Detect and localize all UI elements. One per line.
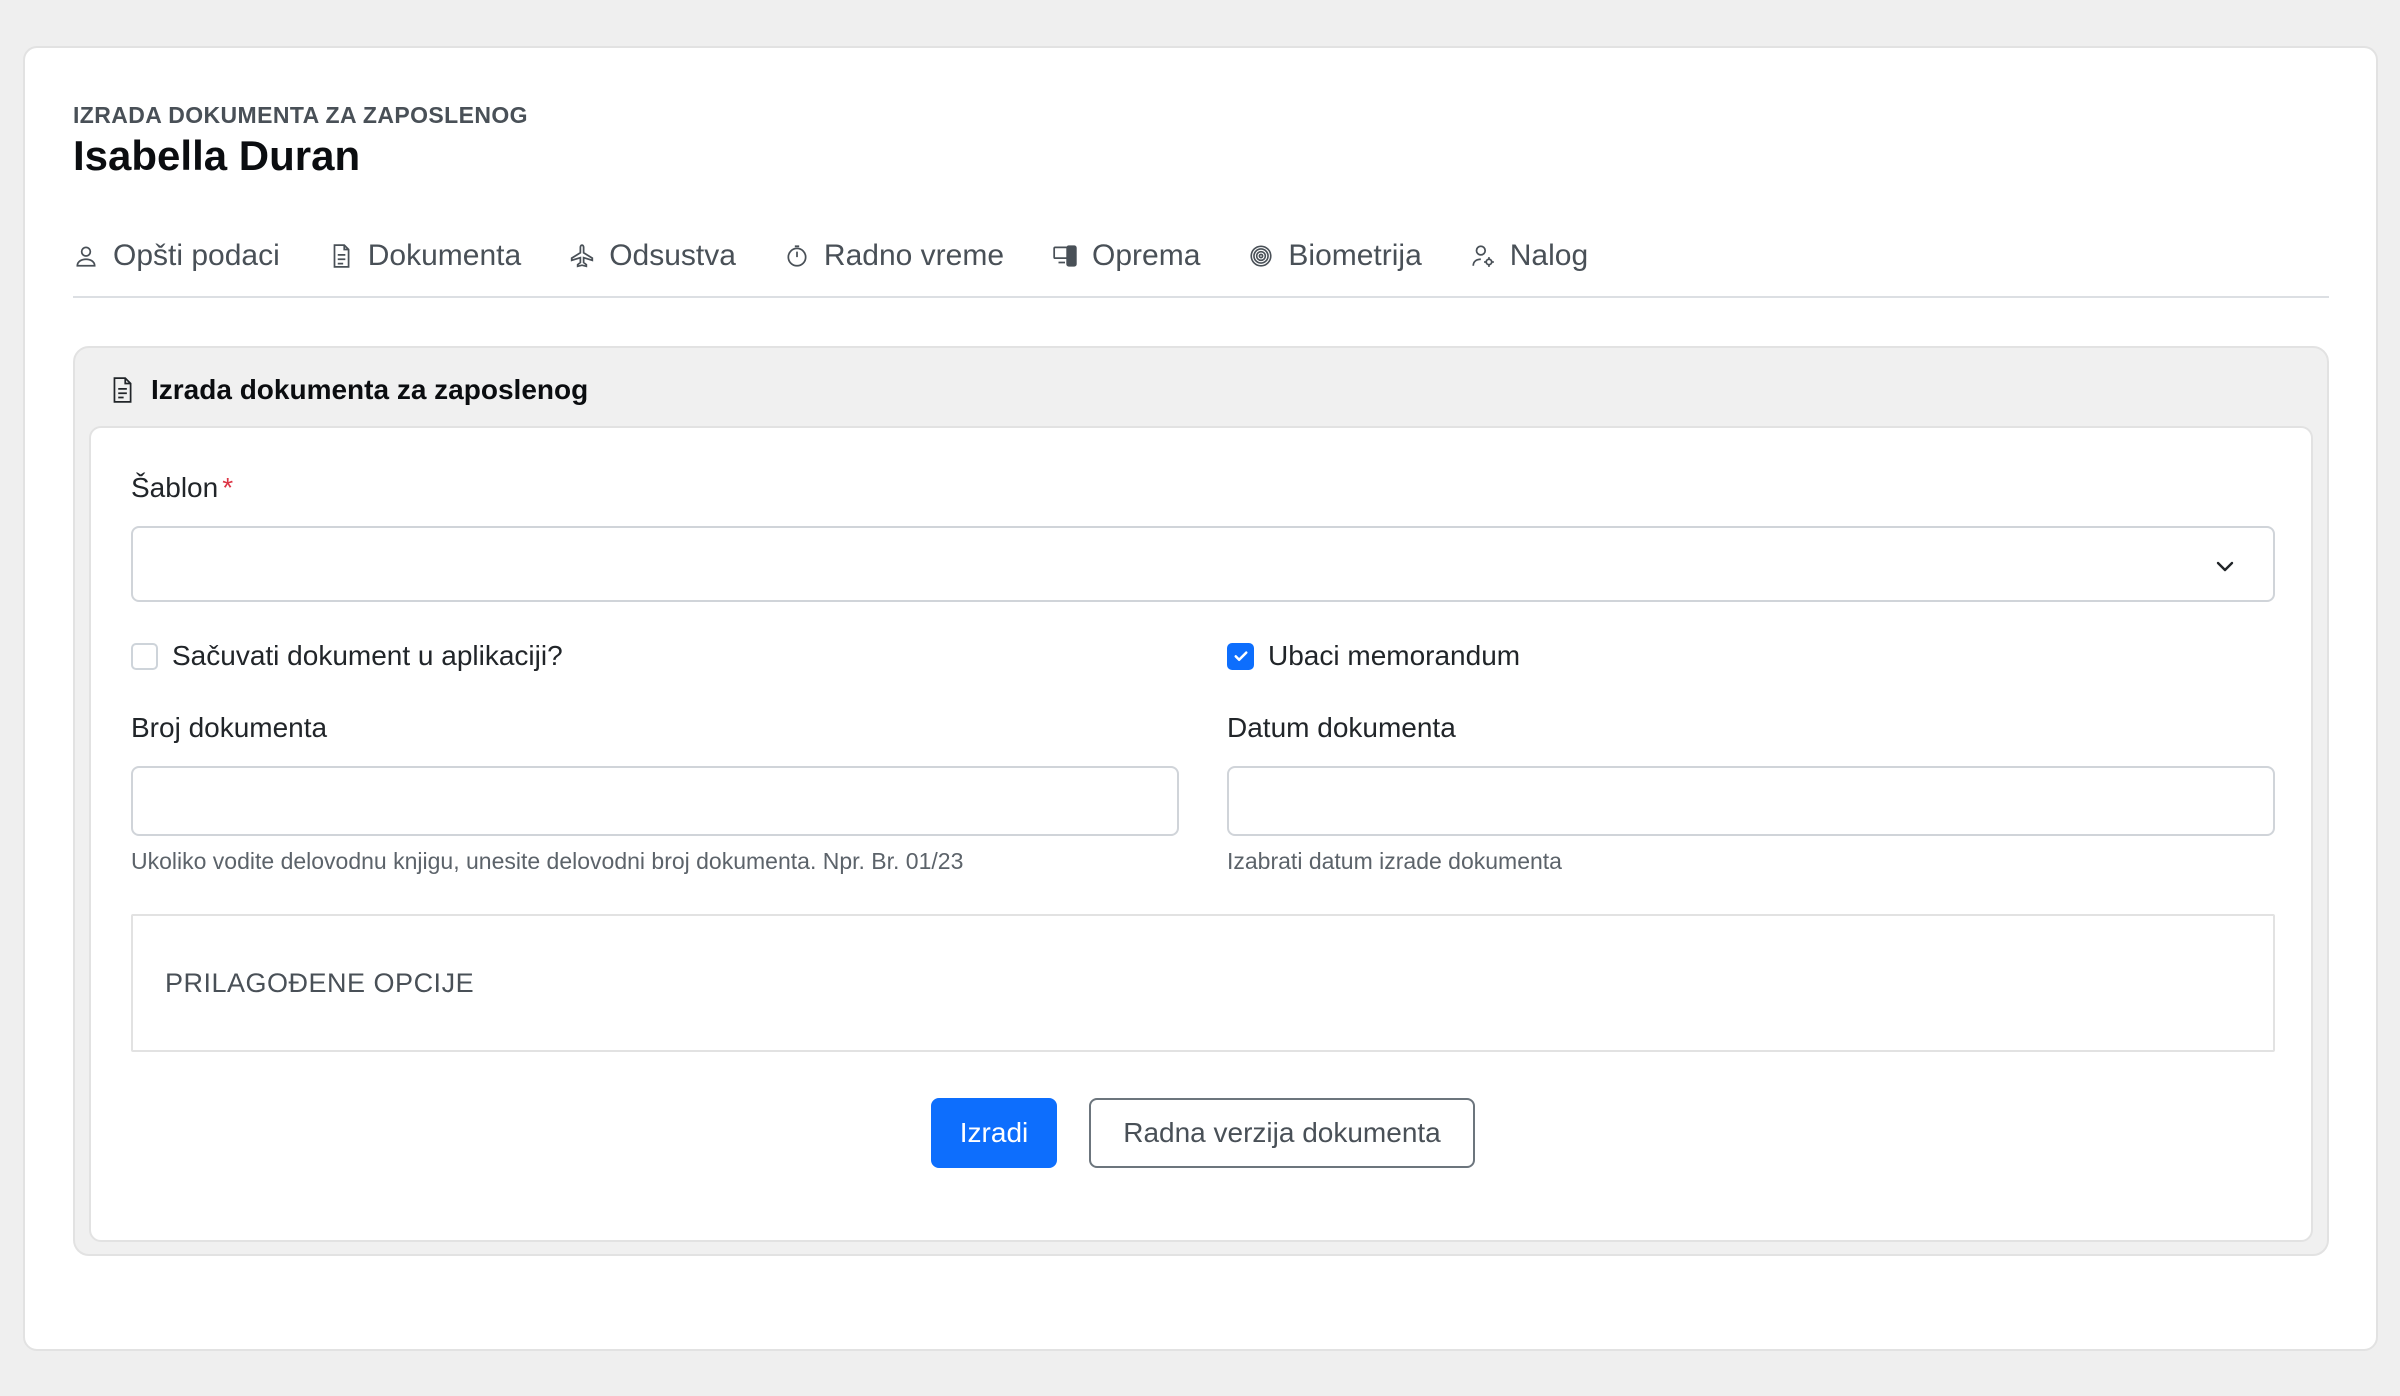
panel-body: Šablon * Sačuvati dokument u aplikaciji? … xyxy=(89,426,2313,1242)
stopwatch-icon xyxy=(784,243,810,269)
page-card: IZRADA DOKUMENTA ZA ZAPOSLENOG Isabella … xyxy=(23,46,2378,1351)
doc-date-hint: Izabrati datum izrade dokumenta xyxy=(1227,848,1562,874)
document-icon xyxy=(328,243,354,269)
save-in-app-label: Sačuvati dokument u aplikaciji? xyxy=(172,640,563,671)
panel-title: Izrada dokumenta za zaposlenog xyxy=(151,374,589,405)
draft-button[interactable]: Radna verzija dokumenta xyxy=(1089,1098,1475,1168)
tab-label: Nalog xyxy=(1509,239,1589,272)
tab-documents[interactable]: Dokumenta xyxy=(328,236,521,276)
panel-header: Izrada dokumenta za zaposlenog xyxy=(109,370,588,410)
custom-options-label: PRILAGOĐENE OPCIJE xyxy=(165,968,475,998)
tab-working-hours[interactable]: Radno vreme xyxy=(784,236,1004,276)
letterhead-label: Ubaci memorandum xyxy=(1268,640,1521,671)
letterhead-option[interactable]: Ubaci memorandum xyxy=(1227,638,1520,674)
airplane-icon xyxy=(569,243,595,269)
save-in-app-option[interactable]: Sačuvati dokument u aplikaciji? xyxy=(131,638,563,674)
checkmark-icon xyxy=(1233,651,1248,662)
save-in-app-checkbox[interactable] xyxy=(131,642,158,670)
template-label-text: Šablon xyxy=(131,472,219,503)
tab-account[interactable]: Nalog xyxy=(1470,236,1588,276)
tab-bar: Opšti podaci Dokumenta Odsustva Radno vr… xyxy=(73,236,2329,298)
doc-date-label: Datum dokumenta xyxy=(1227,712,1456,743)
required-mark: * xyxy=(222,472,234,503)
template-select[interactable] xyxy=(131,526,2275,602)
tab-general[interactable]: Opšti podaci xyxy=(73,236,280,276)
template-label: Šablon * xyxy=(131,472,233,504)
tab-absences[interactable]: Odsustva xyxy=(569,236,736,276)
document-icon xyxy=(109,376,135,404)
tab-label: Biometrija xyxy=(1288,239,1422,272)
chevron-down-icon xyxy=(2213,554,2237,578)
doc-number-label: Broj dokumenta xyxy=(131,712,328,743)
custom-options-section: PRILAGOĐENE OPCIJE xyxy=(131,914,2275,1052)
create-button[interactable]: Izradi xyxy=(931,1098,1057,1168)
tab-label: Radno vreme xyxy=(823,239,1005,272)
fingerprint-icon xyxy=(1248,243,1274,269)
tab-label: Opšti podaci xyxy=(113,239,280,272)
doc-date-field[interactable] xyxy=(1227,766,2275,836)
tab-biometrics[interactable]: Biometrija xyxy=(1248,236,1422,276)
tab-label: Odsustva xyxy=(609,239,736,272)
tab-equipment[interactable]: Oprema xyxy=(1052,236,1200,276)
doc-number-input[interactable] xyxy=(133,768,1177,834)
user-icon xyxy=(73,243,99,269)
letterhead-checkbox[interactable] xyxy=(1227,642,1254,670)
document-panel: Izrada dokumenta za zaposlenog Šablon * S… xyxy=(73,346,2329,1256)
devices-icon xyxy=(1052,243,1078,269)
doc-date-input[interactable] xyxy=(1229,768,2273,834)
page-eyebrow: IZRADA DOKUMENTA ZA ZAPOSLENOG xyxy=(73,102,528,128)
user-gear-icon xyxy=(1470,243,1496,269)
doc-number-field[interactable] xyxy=(131,766,1179,836)
page-title: Isabella Duran xyxy=(73,132,361,179)
doc-number-hint: Ukoliko vodite delovodnu knjigu, unesite… xyxy=(131,848,964,874)
tab-label: Dokumenta xyxy=(367,239,522,272)
tab-label: Oprema xyxy=(1092,239,1201,272)
